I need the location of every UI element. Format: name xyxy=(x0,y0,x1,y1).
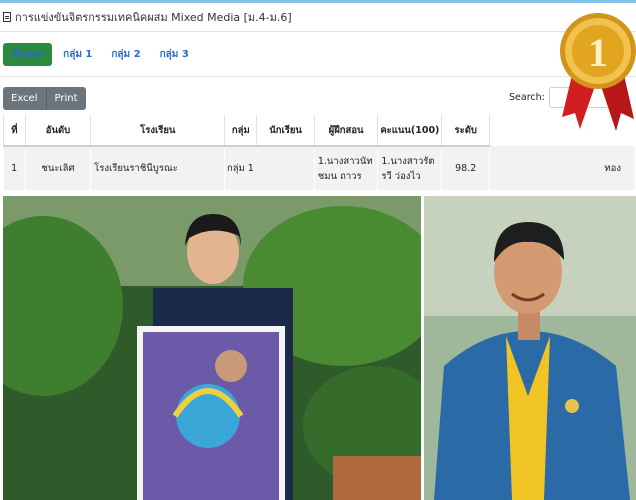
excel-button[interactable]: Excel xyxy=(3,87,47,110)
header-teacher[interactable]: ผู้ฝึกสอน xyxy=(314,115,379,147)
document-icon xyxy=(3,12,11,22)
group-tabs: ทั้งหมด กลุ่ม 1 กลุ่ม 2 กลุ่ม 3 xyxy=(3,43,200,66)
table-header-row: ที่ อันดับ โรงเรียน กลุ่ม นักเรียน ผู้ฝึ… xyxy=(3,115,636,147)
tab-group-1[interactable]: กลุ่ม 1 xyxy=(55,43,100,66)
cell-student: 1.นางสาวนัทชมน ถาวร xyxy=(314,146,379,190)
search-label: Search: xyxy=(509,92,545,103)
medal-number: 1 xyxy=(588,30,608,75)
results-table: ที่ อันดับ โรงเรียน กลุ่ม นักเรียน ผู้ฝึ… xyxy=(3,115,636,190)
cell-teacher: 1.นางสาวรัตรวี ว่องไว xyxy=(377,146,443,190)
tab-group-3[interactable]: กลุ่ม 3 xyxy=(152,43,197,66)
print-button[interactable]: Print xyxy=(46,87,86,110)
tab-all[interactable]: ทั้งหมด xyxy=(3,43,53,66)
tab-group-2[interactable]: กลุ่ม 2 xyxy=(103,43,148,66)
student-photo xyxy=(3,196,421,500)
badge-emblem-icon xyxy=(565,399,579,413)
header-level[interactable]: ระดับ xyxy=(441,115,491,147)
header-rank[interactable]: อันดับ xyxy=(25,115,92,147)
cell-no: 1 xyxy=(3,146,26,190)
brick-path xyxy=(333,456,421,500)
header-school[interactable]: โรงเรียน xyxy=(90,115,226,147)
export-button-group: Excel Print xyxy=(3,87,86,110)
table-row: 1 ชนะเลิศ โรงเรียนราชินีบูรณะ กลุ่ม 1 1.… xyxy=(3,146,636,190)
header-student[interactable]: นักเรียน xyxy=(256,115,315,147)
cell-score: 98.2 xyxy=(441,146,491,190)
header-no[interactable]: ที่ xyxy=(3,115,26,147)
page-title: การแข่งขันจิตรกรรมเทคนิคผสม Mixed Media … xyxy=(0,6,560,28)
cell-level: ทอง xyxy=(489,146,636,190)
cell-rank: ชนะเลิศ xyxy=(25,146,92,190)
cell-group: กลุ่ม 1 xyxy=(226,163,254,174)
divider xyxy=(0,31,636,32)
artwork-face xyxy=(215,350,247,382)
gold-medal-icon: 1 xyxy=(560,13,636,131)
page-title-text: การแข่งขันจิตรกรรมเทคนิคผสม Mixed Media … xyxy=(15,11,292,24)
cell-school: โรงเรียนราชินีบูรณะ xyxy=(90,146,226,190)
top-accent-stripe xyxy=(0,0,636,3)
header-group[interactable]: กลุ่ม xyxy=(224,115,258,147)
divider xyxy=(0,76,636,77)
header-score[interactable]: คะแนน(100) xyxy=(377,115,443,147)
teacher-photo xyxy=(424,196,636,500)
